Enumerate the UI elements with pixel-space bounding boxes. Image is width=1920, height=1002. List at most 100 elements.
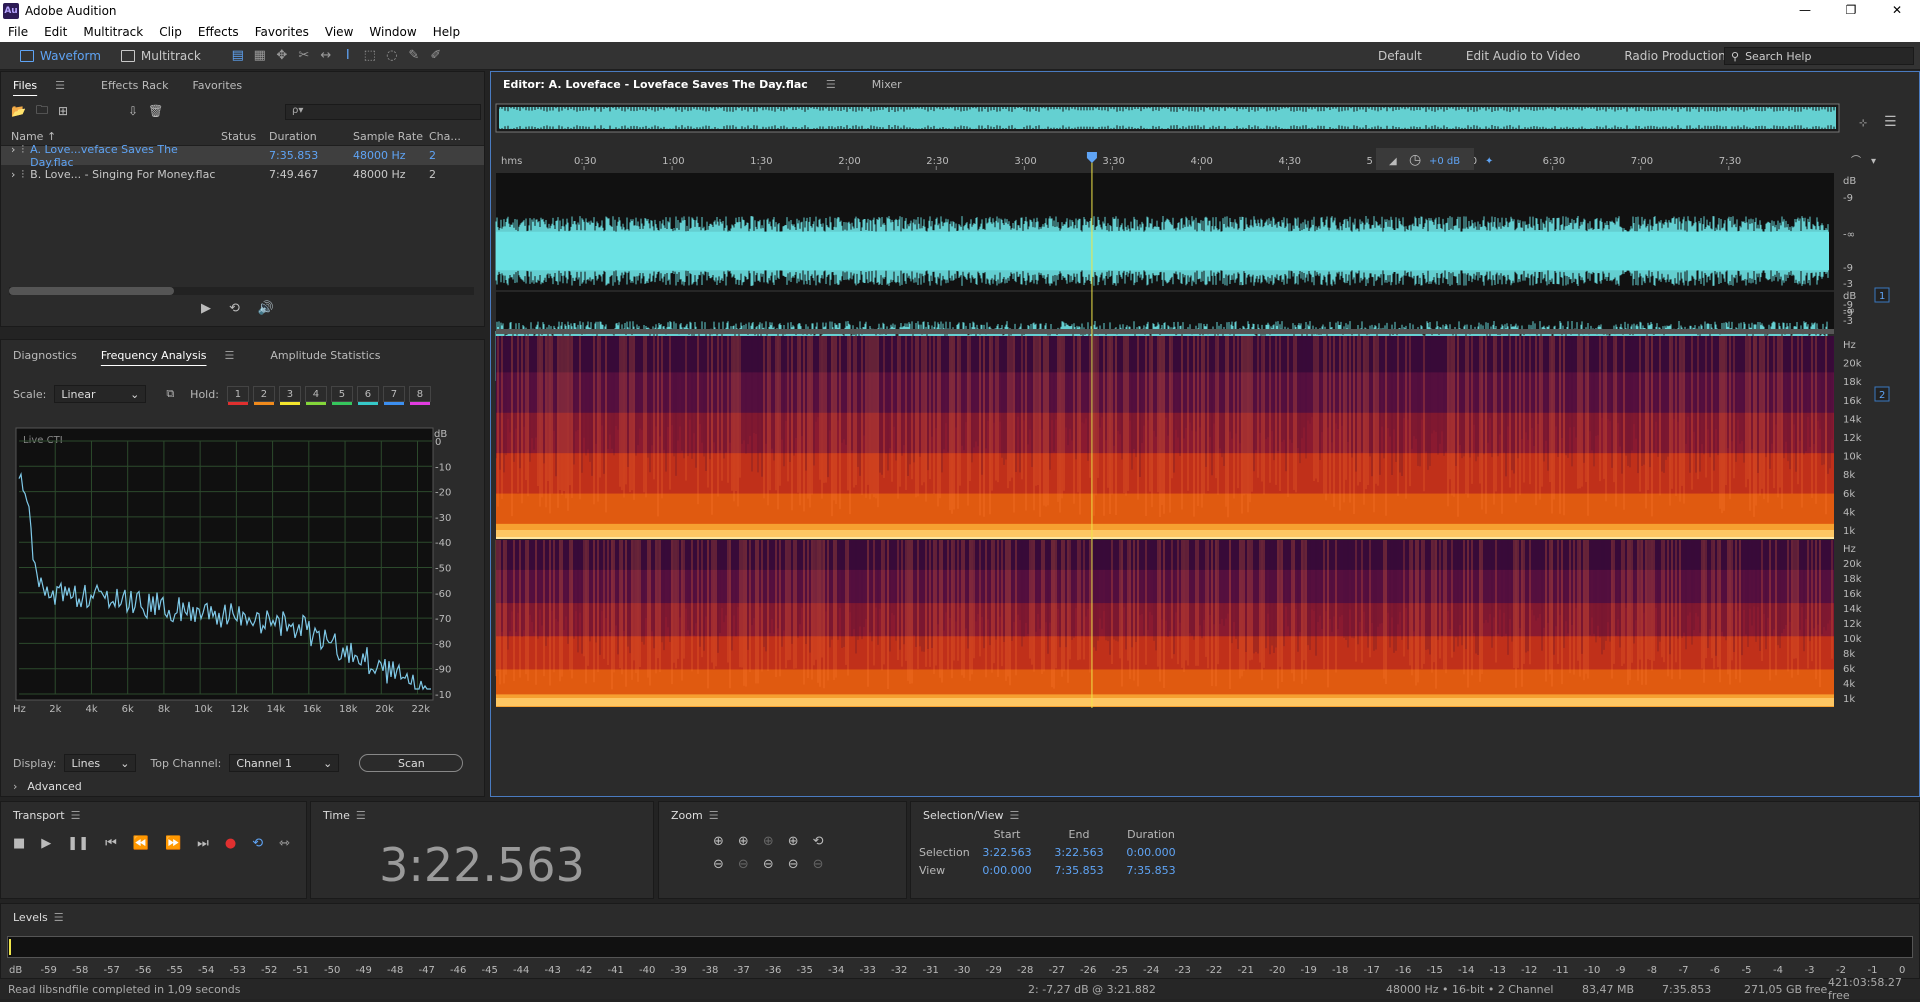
menu-help[interactable]: Help xyxy=(425,25,468,39)
hud-gain-value[interactable]: +0 dB xyxy=(1429,156,1460,167)
spectral-frequency-display[interactable] xyxy=(496,336,1834,707)
close-button[interactable]: ✕ xyxy=(1874,0,1920,21)
hold-button-5[interactable]: 5 xyxy=(331,386,353,402)
marker-icon[interactable]: ▾ xyxy=(1871,156,1876,167)
menu-file[interactable]: File xyxy=(0,25,36,39)
hold-button-2[interactable]: 2 xyxy=(253,386,275,402)
editor-menu-icon[interactable]: ☰ xyxy=(814,78,848,91)
files-scrollbar[interactable] xyxy=(9,287,474,295)
menu-clip[interactable]: Clip xyxy=(151,25,190,39)
import-file-icon[interactable]: 🗀 xyxy=(36,101,48,122)
chevron-down-icon: ⌄ xyxy=(120,757,129,770)
col-sample-rate[interactable]: Sample Rate xyxy=(353,130,429,143)
audio-file-icon: ⫶ xyxy=(21,168,24,182)
tab-frequency-analysis-label: Frequency Analysis xyxy=(101,349,207,362)
hold-button-4[interactable]: 4 xyxy=(305,386,327,402)
open-file-icon[interactable]: 📂 xyxy=(11,104,26,118)
hud-volume-icon[interactable]: ◢ xyxy=(1389,156,1397,167)
spectral-band xyxy=(496,413,1834,454)
frequency-graph: Live CTI dB0-10-20-30-40-50-60-70-80-90-… xyxy=(11,423,451,713)
advanced-label[interactable]: Advanced xyxy=(27,780,81,793)
marquee-tool-icon[interactable]: ⬚ xyxy=(359,45,381,67)
hold-button-7[interactable]: 7 xyxy=(383,386,405,402)
preview-loop-icon[interactable]: ⟲ xyxy=(229,301,240,316)
tab-files-label: Files xyxy=(13,79,37,92)
hold-button-8[interactable]: 8 xyxy=(409,386,431,402)
hold-button-1[interactable]: 1 xyxy=(227,386,249,402)
tab-mixer[interactable]: Mixer xyxy=(860,78,914,91)
new-file-icon[interactable]: ⊞ xyxy=(58,104,68,118)
minimize-button[interactable]: — xyxy=(1782,0,1828,21)
tab-amplitude-statistics[interactable]: Amplitude Statistics xyxy=(258,349,392,362)
file-row[interactable]: ›⫶B. Love... - Singing For Money.flac 7:… xyxy=(1,165,484,184)
frequency-menu-icon[interactable]: ☰ xyxy=(213,349,247,362)
brush-tool-icon[interactable]: ✎ xyxy=(403,45,425,67)
workspace-default[interactable]: Default xyxy=(1356,49,1444,63)
hold-button-6[interactable]: 6 xyxy=(357,386,379,402)
tab-diagnostics[interactable]: Diagnostics xyxy=(1,349,89,362)
preview-play-icon[interactable]: ▶ xyxy=(201,301,211,316)
tab-favorites[interactable]: Favorites xyxy=(180,79,254,92)
ruler-label: 1:30 xyxy=(750,156,772,167)
expand-chevron-icon[interactable]: › xyxy=(11,168,15,182)
zoom-to-selection-icon[interactable]: ⊹ xyxy=(1859,118,1867,129)
snap-icon[interactable]: ⌒ xyxy=(1851,155,1861,167)
menu-effects[interactable]: Effects xyxy=(190,25,247,39)
spot-healing-tool-icon[interactable]: ✐ xyxy=(425,45,447,67)
files-menu-icon[interactable]: ☰ xyxy=(43,79,77,92)
tab-files[interactable]: Files ☰ xyxy=(1,79,89,92)
menu-multitrack[interactable]: Multitrack xyxy=(75,25,151,39)
editor-canvas[interactable]: ⊹ ☰ hms0:301:001:302:002:303:003:304:004… xyxy=(491,96,1919,796)
tab-frequency-analysis[interactable]: Frequency Analysis ☰ xyxy=(89,349,259,362)
menu-edit[interactable]: Edit xyxy=(36,25,75,39)
maximize-button[interactable]: ❐ xyxy=(1828,0,1874,21)
col-duration[interactable]: Duration xyxy=(269,130,353,143)
scale-dropdown[interactable]: Linear⌄ xyxy=(54,385,146,403)
search-help-field[interactable]: ⚲ Search Help xyxy=(1724,47,1914,65)
delete-file-icon[interactable]: 🗑 xyxy=(148,104,163,118)
gain-knob-icon[interactable]: ◷ xyxy=(1409,152,1421,168)
file-row[interactable]: ›⫶A. Love...veface Saves The Day.flac 7:… xyxy=(1,146,484,165)
col-channels[interactable]: Cha... xyxy=(429,130,469,143)
spectral-display-icon[interactable]: ▤ xyxy=(227,45,249,67)
top-channel-dropdown[interactable]: Channel 1⌄ xyxy=(229,754,339,772)
db-tick-label: -30 xyxy=(435,513,451,524)
copy-graph-icon[interactable]: ⧉ xyxy=(166,387,174,401)
col-name[interactable]: Name ↑ xyxy=(1,130,221,143)
spectral-low-band xyxy=(496,530,1834,538)
ruler-label: 0:30 xyxy=(574,156,596,167)
ruler-label: 6:30 xyxy=(1543,156,1565,167)
scan-button[interactable]: Scan xyxy=(359,754,463,772)
slip-tool-icon[interactable]: ↔ xyxy=(315,45,337,67)
menu-view[interactable]: View xyxy=(317,25,361,39)
hold-button-label: 5 xyxy=(339,389,345,400)
view-divider[interactable] xyxy=(496,329,1834,334)
multitrack-mode-button[interactable]: Multitrack xyxy=(111,45,211,67)
time-selection-tool-icon[interactable]: I xyxy=(337,45,359,67)
hz-tick-label: 14k xyxy=(267,704,286,713)
advanced-chevron-icon[interactable]: › xyxy=(13,780,17,793)
files-scroll-thumb[interactable] xyxy=(9,287,174,295)
files-search-input[interactable]: ρ▾ xyxy=(285,104,481,120)
spectral-band xyxy=(496,669,1834,695)
workspace-edit-audio-to-video[interactable]: Edit Audio to Video xyxy=(1444,49,1602,63)
pitch-display-icon[interactable]: ▦ xyxy=(249,45,271,67)
insert-into-multitrack-icon[interactable]: ⇩ xyxy=(128,104,138,118)
move-tool-icon[interactable]: ✥ xyxy=(271,45,293,67)
menu-favorites[interactable]: Favorites xyxy=(247,25,317,39)
expand-chevron-icon[interactable]: › xyxy=(11,143,15,169)
tab-effects-rack[interactable]: Effects Rack xyxy=(89,79,180,92)
pin-hud-icon[interactable]: ✦ xyxy=(1485,156,1493,167)
tab-editor[interactable]: Editor: A. Loveface - Loveface Saves The… xyxy=(491,78,860,91)
overview-menu-icon[interactable]: ☰ xyxy=(1884,114,1897,130)
hold-button-3[interactable]: 3 xyxy=(279,386,301,402)
razor-tool-icon[interactable]: ✂ xyxy=(293,45,315,67)
display-dropdown[interactable]: Lines⌄ xyxy=(64,754,136,772)
waveform-mode-button[interactable]: Waveform xyxy=(10,45,111,67)
hz-tick-label: 2k xyxy=(49,704,61,713)
col-status[interactable]: Status xyxy=(221,130,269,143)
menu-window[interactable]: Window xyxy=(361,25,424,39)
preview-volume-icon[interactable]: 🔊 xyxy=(258,301,274,316)
ruler-label: 7:30 xyxy=(1719,156,1741,167)
lasso-tool-icon[interactable]: ◌ xyxy=(381,45,403,67)
